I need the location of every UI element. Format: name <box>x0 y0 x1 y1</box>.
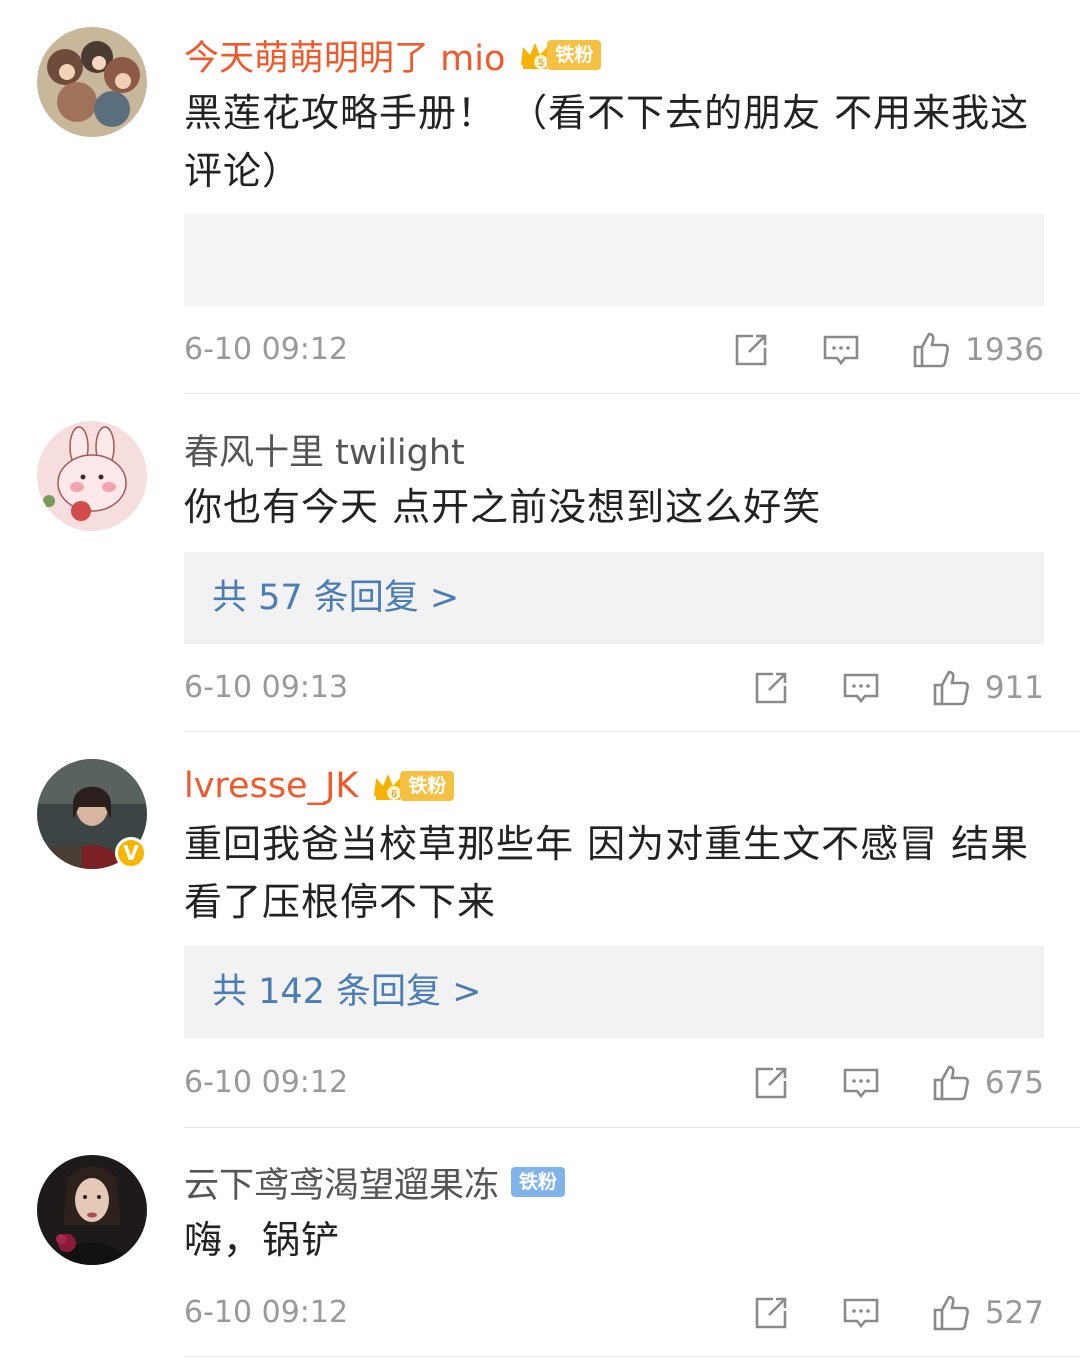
username-row: lvresse_JK 6 铁粉 <box>184 761 455 811</box>
fan-badge: 6 铁粉 <box>370 769 455 803</box>
action-bar: 1936 <box>731 330 1044 370</box>
timestamp: 6-10 09:12 <box>184 1295 349 1330</box>
like-icon[interactable] <box>911 330 951 370</box>
like-icon[interactable] <box>931 1063 971 1103</box>
verified-badge: V <box>115 837 147 869</box>
svg-text:6: 6 <box>392 789 398 800</box>
action-bar: 527 <box>751 1293 1044 1333</box>
share-icon[interactable] <box>751 1293 791 1333</box>
comment-footer: 6-10 09:13 911 <box>184 668 1044 708</box>
replies-link[interactable]: 共 142 条回复 > <box>212 946 482 1038</box>
username-row: 云下鸢鸢渴望遛果冻 铁粉 <box>184 1157 566 1208</box>
username[interactable]: 春风十里 twilight <box>184 424 465 475</box>
fan-badge-label: 铁粉 <box>511 1167 566 1197</box>
divider <box>184 393 1080 394</box>
avatar[interactable] <box>37 421 147 531</box>
timestamp: 6-10 09:12 <box>184 332 349 367</box>
fan-badge: 5 铁粉 <box>517 38 602 72</box>
divider <box>184 1127 1080 1128</box>
like-count: 1936 <box>965 332 1044 368</box>
comment-text: 重回我爸当校草那些年 因为对重生文不感冒 结果看了压根停不下来 <box>184 822 1030 924</box>
share-icon[interactable] <box>751 668 791 708</box>
divider <box>184 1356 1080 1357</box>
replies-link[interactable]: 共 57 条回复 > <box>212 552 459 644</box>
avatar[interactable] <box>37 1155 147 1265</box>
timestamp: 6-10 09:12 <box>184 1065 349 1100</box>
comment-text: 嗨，锅铲 <box>184 1218 341 1262</box>
replies-box[interactable]: 共 57 条回复 > <box>184 552 1044 644</box>
share-icon[interactable] <box>751 1063 791 1103</box>
username[interactable]: lvresse_JK <box>184 766 358 806</box>
share-icon[interactable] <box>731 330 771 370</box>
fan-badge: 铁粉 <box>511 1165 566 1199</box>
timestamp: 6-10 09:13 <box>184 670 349 705</box>
action-bar: 675 <box>751 1063 1044 1103</box>
like-count: 675 <box>984 1065 1044 1101</box>
comment-icon[interactable] <box>841 668 881 708</box>
comment-icon[interactable] <box>841 1293 881 1333</box>
like-icon[interactable] <box>931 668 971 708</box>
comment-text: 你也有今天 点开之前没想到这么好笑 <box>184 485 822 529</box>
divider <box>184 731 1080 732</box>
action-bar: 911 <box>751 668 1044 708</box>
comment-footer: 6-10 09:12 675 <box>184 1063 1044 1103</box>
like-count: 527 <box>984 1295 1044 1331</box>
comment-icon[interactable] <box>821 330 861 370</box>
image-placeholder[interactable] <box>184 214 1044 306</box>
comment-text: 黑莲花攻略手册！ （看不下去的朋友 不用来我这评论） <box>184 91 1030 193</box>
username-row: 今天萌萌明明了 mio 5 铁粉 <box>184 30 602 81</box>
svg-text:5: 5 <box>539 58 545 69</box>
username-row: 春风十里 twilight <box>184 424 465 474</box>
fan-badge-label: 铁粉 <box>547 40 602 70</box>
username[interactable]: 云下鸢鸢渴望遛果冻 <box>184 1157 499 1208</box>
replies-box[interactable]: 共 142 条回复 > <box>184 946 1044 1038</box>
comment-footer: 6-10 09:12 527 <box>184 1293 1044 1333</box>
comment-icon[interactable] <box>841 1063 881 1103</box>
avatar[interactable] <box>37 27 147 137</box>
username[interactable]: 今天萌萌明明了 mio <box>184 30 505 81</box>
like-count: 911 <box>984 670 1044 706</box>
fan-badge-label: 铁粉 <box>400 771 455 801</box>
like-icon[interactable] <box>931 1293 971 1333</box>
comment-footer: 6-10 09:12 1936 <box>184 330 1044 370</box>
